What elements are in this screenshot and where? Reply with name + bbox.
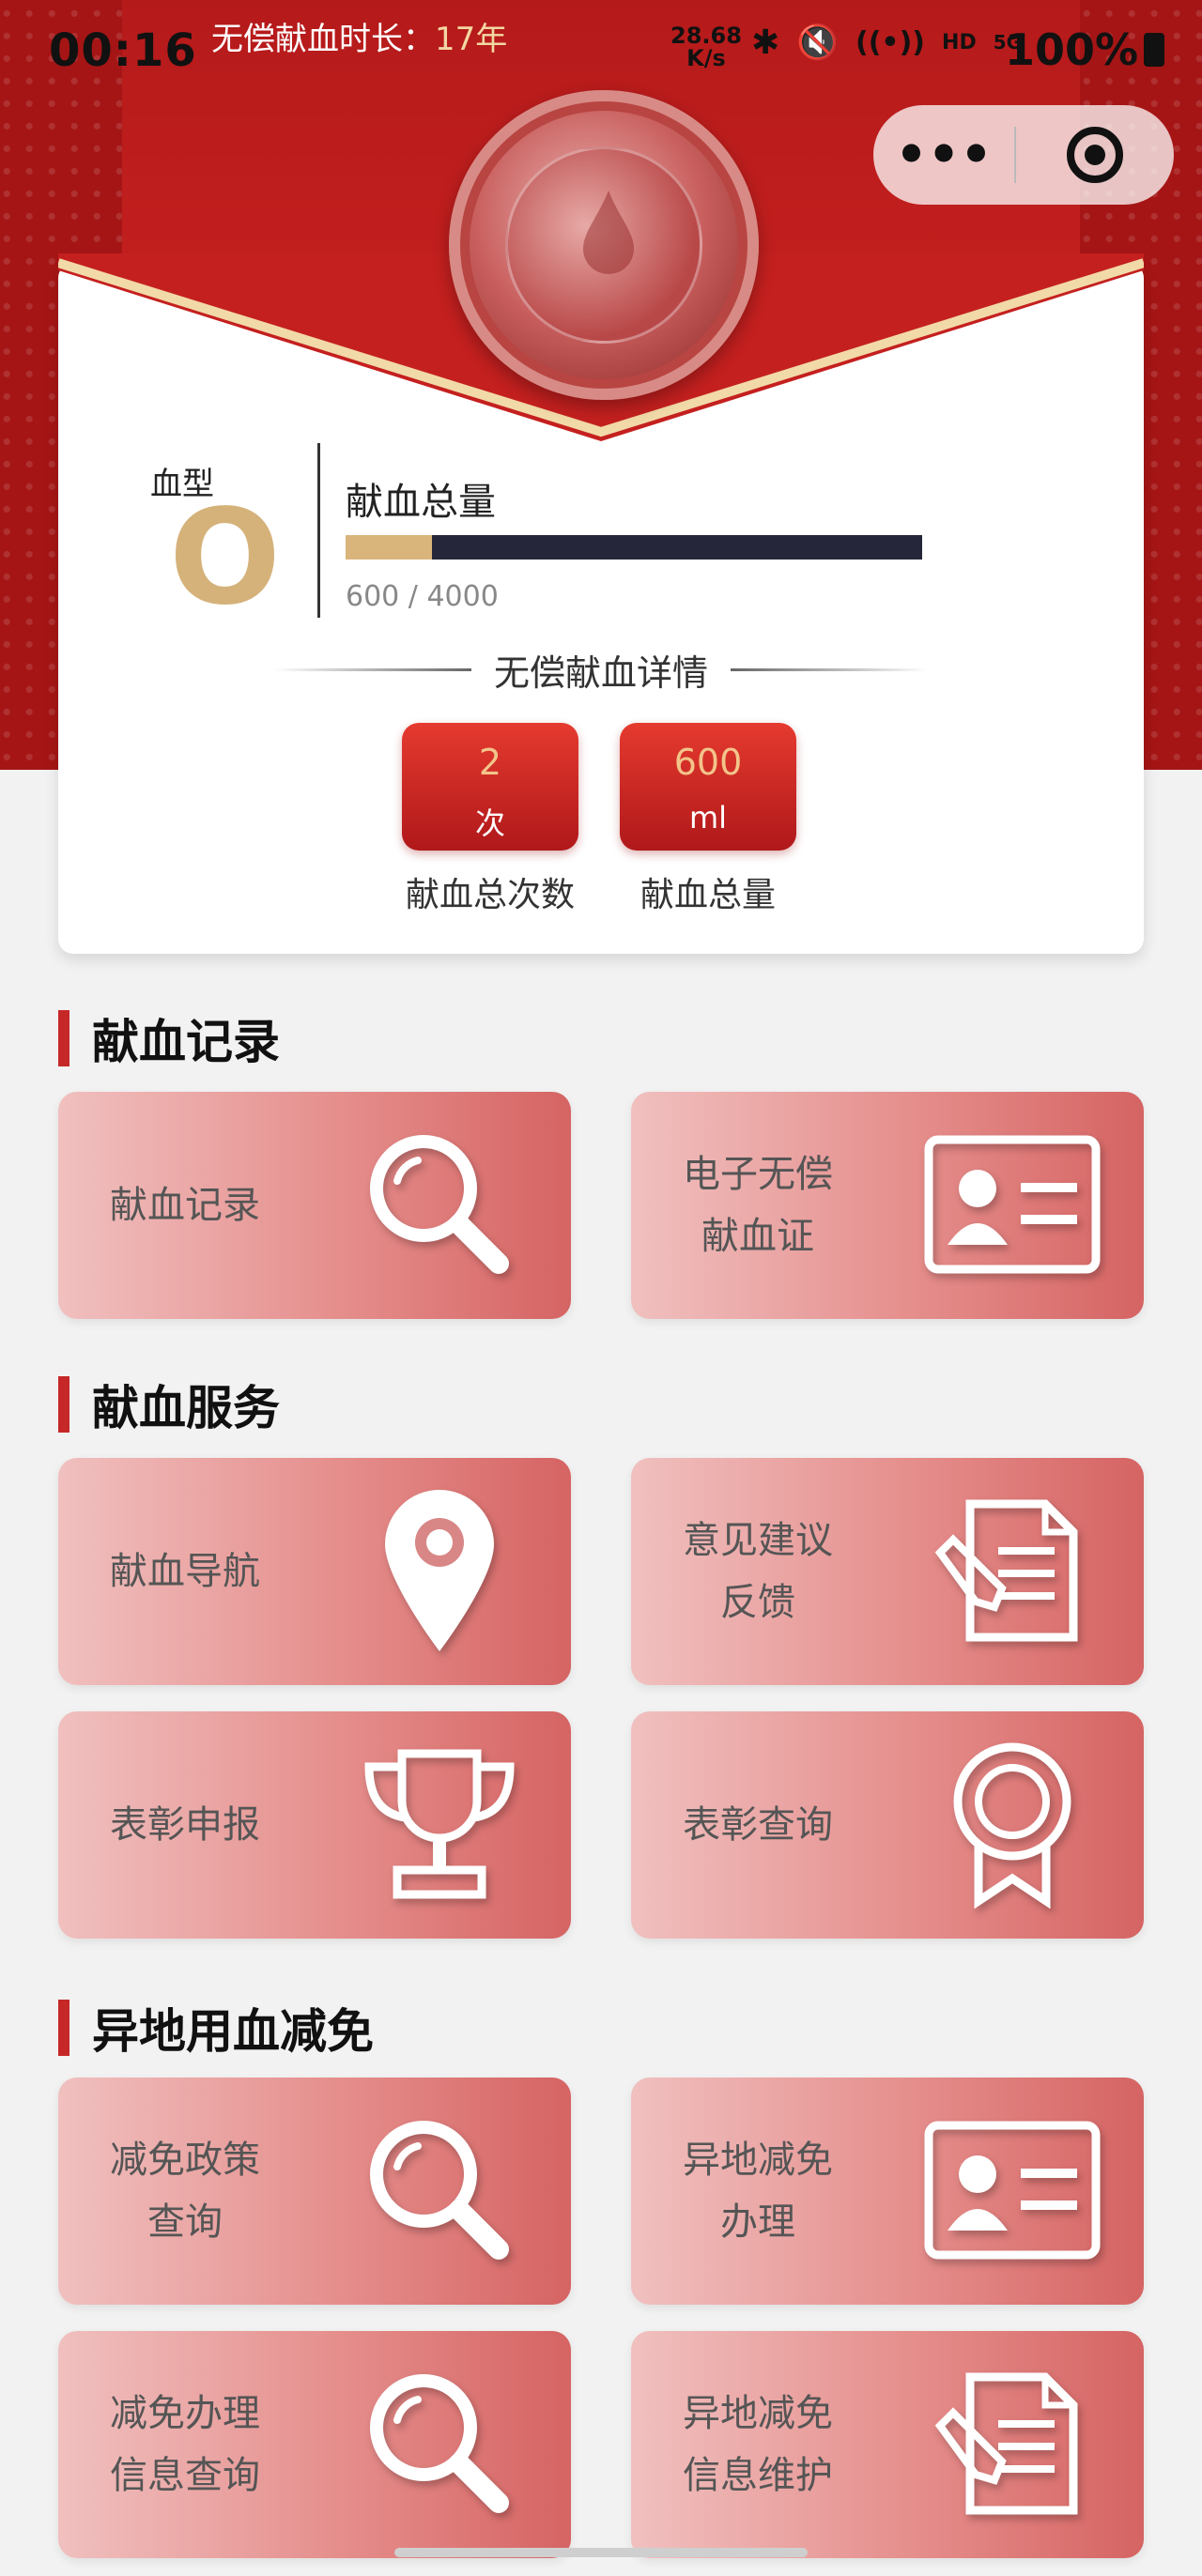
battery-text: 100% xyxy=(1005,24,1139,75)
map-pin-icon xyxy=(346,1486,533,1655)
notice-value: 17年 xyxy=(435,21,508,58)
magnifier-icon xyxy=(346,1120,533,1289)
battery-level: 100% xyxy=(1005,24,1165,75)
details-heading-text: 无偿献血详情 xyxy=(493,652,708,694)
net-speed-unit: K/s xyxy=(686,45,726,71)
progress-text: 600 / 4000 xyxy=(346,580,499,613)
donation-volume-badge[interactable]: 600 ml xyxy=(620,723,796,851)
mini-program-capsule: ••• xyxy=(873,105,1174,205)
tile-donation-records[interactable]: 献血记录 xyxy=(58,1092,571,1319)
section-title-records: 献血记录 xyxy=(58,1010,280,1069)
donation-medal xyxy=(449,90,759,400)
tile-label: 献血记录 xyxy=(110,1184,260,1227)
notice-prefix: 无偿献血时长： xyxy=(211,21,435,58)
donation-volume-unit: ml xyxy=(688,800,728,836)
profile-divider xyxy=(317,443,320,618)
total-volume-label: 献血总量 xyxy=(346,481,496,524)
tile-label: 意见建议 反馈 xyxy=(683,1519,833,1624)
id-card-icon xyxy=(918,2106,1106,2275)
tile-label: 表彰查询 xyxy=(683,1803,833,1847)
donation-count-unit: 次 xyxy=(474,805,505,841)
donation-count-caption: 献血总次数 xyxy=(405,876,575,914)
home-indicator[interactable] xyxy=(394,2548,808,2557)
close-button[interactable] xyxy=(1016,127,1174,183)
mute-icon: 🔇 xyxy=(796,23,839,62)
id-card-icon xyxy=(918,1120,1106,1289)
more-button[interactable]: ••• xyxy=(873,130,1014,180)
close-icon xyxy=(1067,127,1123,183)
donation-count-badge[interactable]: 2 次 xyxy=(402,723,578,851)
tile-label: 减免办理 信息查询 xyxy=(110,2392,260,2497)
donation-duration-notice: 无偿献血时长：17年 xyxy=(211,13,507,59)
donation-volume-value: 600 xyxy=(673,742,743,783)
donation-volume-caption: 献血总量 xyxy=(640,876,776,914)
tile-electronic-certificate[interactable]: 电子无偿 献血证 xyxy=(631,1092,1144,1319)
magnifier-icon xyxy=(346,2106,533,2275)
tile-exemption-policy-query[interactable]: 减免政策 查询 xyxy=(58,2078,571,2305)
tile-remote-exemption-handling[interactable]: 异地减免 办理 xyxy=(631,2078,1144,2305)
status-time: 00:16 xyxy=(49,24,197,77)
tile-donation-navigation[interactable]: 献血导航 xyxy=(58,1458,571,1685)
tile-label: 电子无偿 献血证 xyxy=(683,1153,833,1258)
tile-label: 献血导航 xyxy=(110,1550,260,1593)
bluetooth-icon: ✱ xyxy=(751,23,780,62)
hd-label: HD xyxy=(942,30,977,54)
donation-count-value: 2 xyxy=(478,742,502,783)
battery-icon xyxy=(1144,33,1165,67)
tile-exemption-info-query[interactable]: 减免办理 信息查询 xyxy=(58,2331,571,2558)
tile-label: 异地减免 办理 xyxy=(683,2139,833,2244)
blood-type-value: O xyxy=(169,482,282,635)
system-icons: ✱ 🔇 ((•)) HD 5G xyxy=(751,23,1022,63)
details-heading: 无偿献血详情 xyxy=(272,646,930,694)
wifi-icon: ((•)) xyxy=(855,25,926,59)
tile-commendation-application[interactable]: 表彰申报 xyxy=(58,1711,571,1939)
donation-progress-bar xyxy=(346,535,922,560)
tile-feedback[interactable]: 意见建议 反馈 xyxy=(631,1458,1144,1685)
document-pen-icon xyxy=(918,2359,1106,2528)
award-ribbon-icon xyxy=(918,1740,1106,1909)
tile-label: 表彰申报 xyxy=(110,1803,260,1847)
net-speed: 28.68 K/s xyxy=(670,24,742,69)
blood-drop-icon xyxy=(583,191,634,274)
progress-fill xyxy=(346,535,433,560)
tile-label: 减免政策 查询 xyxy=(110,2139,260,2244)
magnifier-icon xyxy=(346,2359,533,2528)
tile-label: 异地减免 信息维护 xyxy=(683,2392,833,2497)
section-title-remote-exemption: 异地用血减免 xyxy=(58,2000,374,2059)
document-pen-icon xyxy=(918,1486,1106,1655)
trophy-icon xyxy=(346,1740,533,1909)
net-speed-value: 28.68 xyxy=(670,23,742,49)
status-bar: 00:16 无偿献血时长：17年 28.68 K/s ✱ 🔇 ((•)) HD … xyxy=(0,0,1202,103)
tile-exemption-info-maintenance[interactable]: 异地减免 信息维护 xyxy=(631,2331,1144,2558)
section-title-services: 献血服务 xyxy=(58,1376,280,1435)
tile-commendation-query[interactable]: 表彰查询 xyxy=(631,1711,1144,1939)
